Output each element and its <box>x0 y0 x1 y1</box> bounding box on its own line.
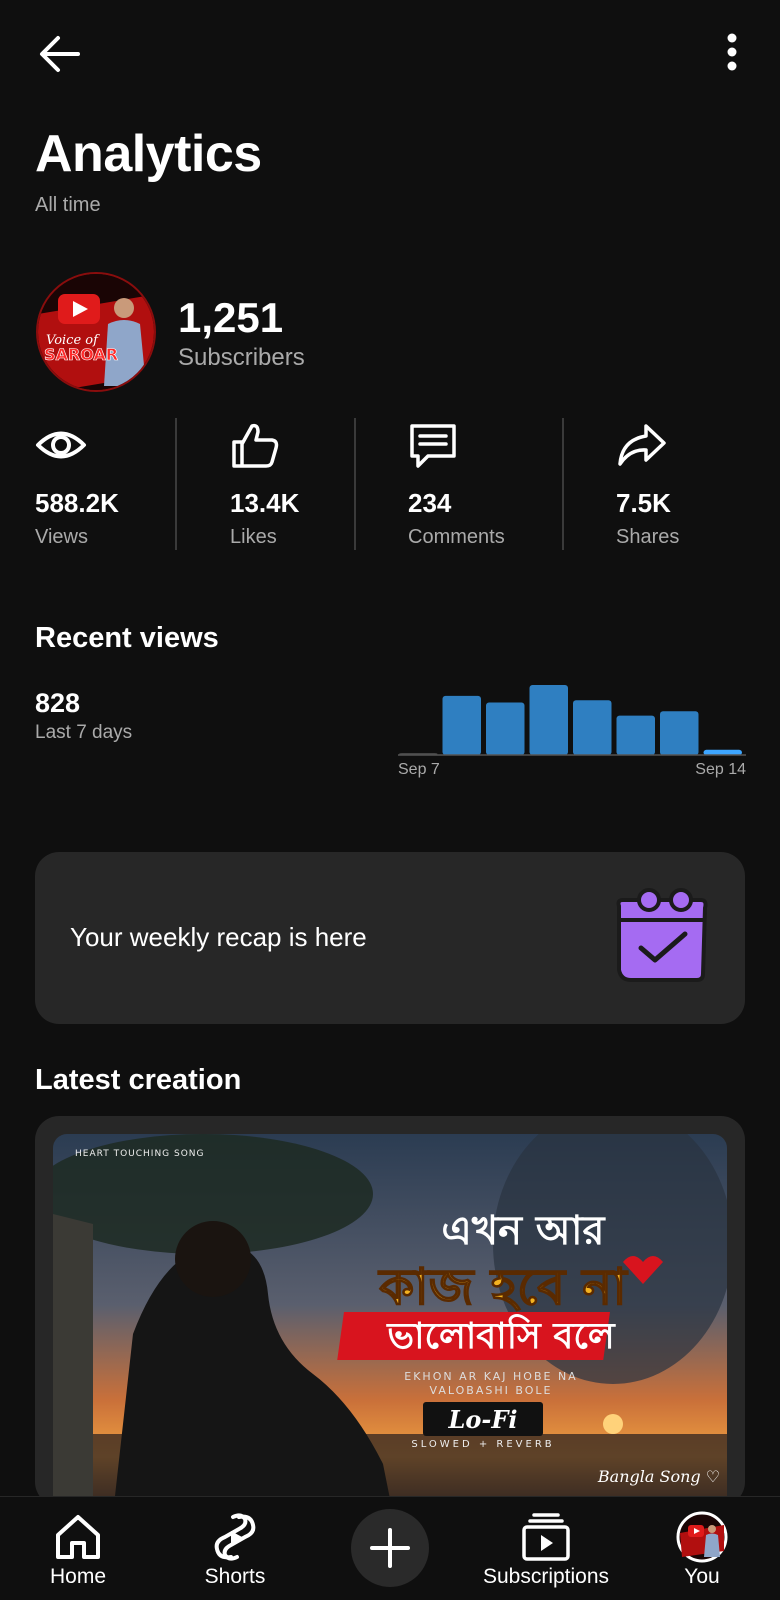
recent-views-count: 828 <box>35 688 81 718</box>
chart-bar-sep-9 <box>486 702 525 755</box>
chart-bar-sep-11 <box>573 700 612 755</box>
nav-shorts-label: Shorts <box>204 1565 266 1588</box>
thumb-line3: ভালোবাসি বলে <box>385 1314 616 1357</box>
likes-value: 13.4K <box>230 488 300 518</box>
comments-value: 234 <box>408 488 452 518</box>
back-arrow-icon <box>40 36 80 72</box>
nav-shorts[interactable]: Shorts <box>180 1497 290 1600</box>
channel-avatar[interactable]: Voice of SAROAR <box>36 272 156 392</box>
chart-end-label: Sep 14 <box>695 761 746 778</box>
chart-start-label: Sep 7 <box>398 761 440 778</box>
plus-icon <box>370 1528 410 1568</box>
calendar-check-icon <box>616 888 708 982</box>
chart-bar-sep-10 <box>529 685 568 755</box>
stat-divider <box>175 418 177 550</box>
thumb-tag: HEART TOUCHING SONG <box>75 1149 205 1159</box>
avatar-image: Voice of SAROAR <box>38 274 154 390</box>
nav-you-label: You <box>684 1565 720 1588</box>
page-subtitle: All time <box>35 194 101 216</box>
stat-shares[interactable]: 7.5K Shares <box>616 410 736 550</box>
thumb-badge: Lo-Fi <box>448 1405 518 1434</box>
chart-bar-sep-12 <box>616 715 655 755</box>
shorts-icon <box>214 1513 256 1561</box>
comment-icon <box>410 424 456 468</box>
nav-subscriptions[interactable]: Subscriptions <box>470 1497 622 1600</box>
likes-label: Likes <box>230 526 277 548</box>
stats-row: 588.2K Views 13.4K Likes 234 Comments 7.… <box>0 410 780 550</box>
video-thumbnail[interactable]: HEART TOUCHING SONG এখন আর কাজ হবে না ভা… <box>53 1134 727 1506</box>
stat-likes[interactable]: 13.4K Likes <box>230 410 340 550</box>
views-label: Views <box>35 526 88 548</box>
nav-home-label: Home <box>49 1565 107 1588</box>
weekly-recap-card[interactable]: Your weekly recap is here <box>35 852 745 1024</box>
chart-bar-sep-13 <box>660 711 699 756</box>
share-icon <box>618 424 666 466</box>
views-value: 588.2K <box>35 488 119 518</box>
more-vert-icon <box>727 33 737 71</box>
weekly-recap-text: Your weekly recap is here <box>70 922 367 952</box>
latest-creation-card[interactable]: HEART TOUCHING SONG এখন আর কাজ হবে না ভা… <box>35 1116 745 1506</box>
thumb-translit1: EKHON AR KAJ HOBE NA <box>404 1370 577 1383</box>
stat-views[interactable]: 588.2K Views <box>35 410 165 550</box>
nav-home[interactable]: Home <box>28 1497 128 1600</box>
back-button[interactable] <box>36 30 84 78</box>
you-avatar-icon <box>676 1511 728 1563</box>
home-icon <box>56 1515 100 1559</box>
thumb-sign: Bangla Song ♡ <box>597 1467 720 1486</box>
subscriber-count: 1,251 <box>178 294 284 341</box>
shares-label: Shares <box>616 526 680 548</box>
recent-views-title: Recent views <box>35 622 219 654</box>
page-title: Analytics <box>35 125 262 183</box>
latest-creation-title: Latest creation <box>35 1064 242 1096</box>
eye-icon <box>36 431 86 459</box>
svg-text:SAROAR: SAROAR <box>44 345 118 364</box>
thumbs-up-icon <box>232 423 279 468</box>
top-bar <box>0 0 780 105</box>
comments-label: Comments <box>408 526 505 548</box>
thumb-line2: কাজ হবে না <box>377 1258 628 1316</box>
thumb-sub: SLOWED + REVERB <box>411 1439 554 1450</box>
create-button[interactable] <box>351 1509 429 1587</box>
bottom-navigation: Home Shorts Subscriptions You <box>0 1496 780 1600</box>
shares-value: 7.5K <box>616 488 671 518</box>
recent-views-chart[interactable]: Sep 7 Sep 14 <box>398 670 746 780</box>
stat-divider <box>354 418 356 550</box>
chart-bar-sep-8 <box>442 695 481 755</box>
stat-comments[interactable]: 234 Comments <box>408 410 558 550</box>
nav-you[interactable]: You <box>662 1497 742 1600</box>
subscriber-label: Subscribers <box>178 344 305 371</box>
nav-subscriptions-label: Subscriptions <box>482 1565 610 1588</box>
thumb-line1: এখন আর <box>441 1208 606 1254</box>
subscriptions-icon <box>522 1513 570 1561</box>
recent-views-period: Last 7 days <box>35 722 133 743</box>
thumb-translit2: VALOBASHI BOLE <box>430 1384 553 1397</box>
thumbnail-image: HEART TOUCHING SONG এখন আর কাজ হবে না ভা… <box>53 1134 727 1506</box>
stat-divider <box>562 418 564 550</box>
more-options-button[interactable] <box>708 28 756 76</box>
